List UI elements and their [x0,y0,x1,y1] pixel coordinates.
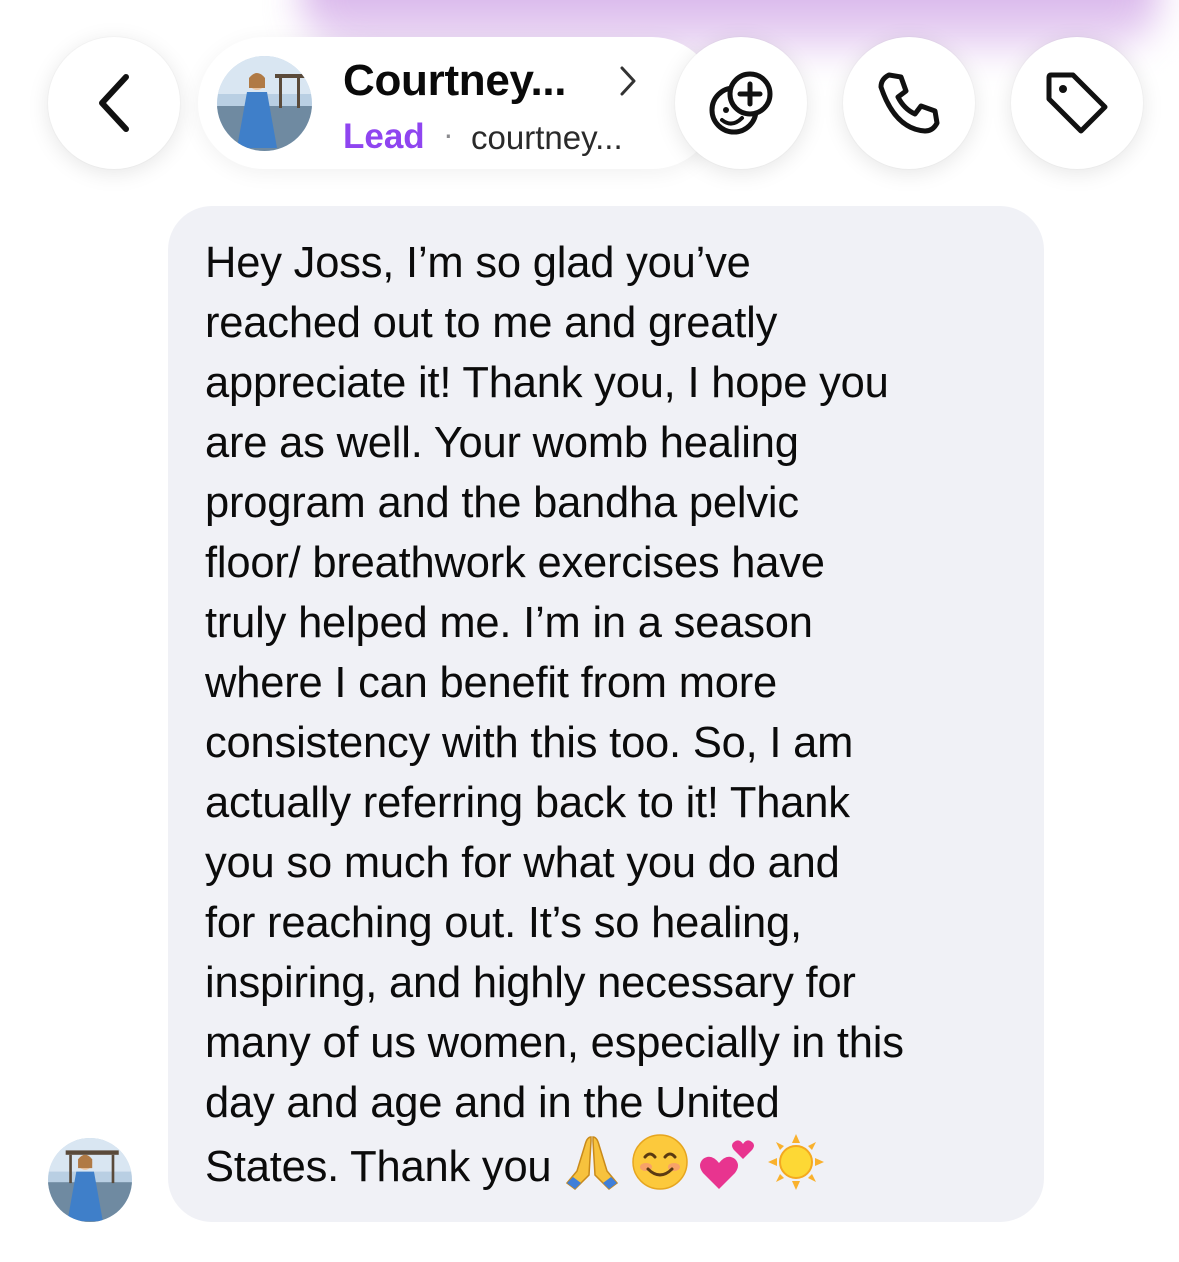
sun-emoji [767,1133,825,1191]
separator-dot: · [443,116,454,152]
lead-status-label: Lead [343,117,425,156]
message-last-line: States. Thank you [205,1133,1025,1197]
message-line: actually referring back to it! Thank [205,779,850,827]
contact-avatar[interactable] [217,56,312,151]
contact-username: courtney... [471,119,623,156]
conversation-screen: Courtney... Lead · courtney... Hey Joss,… [0,0,1179,1262]
message-line: appreciate it! Thank you, I hope you [205,359,889,407]
message-line: are as well. Your womb healing [205,419,799,467]
phone-icon [878,72,940,134]
message-line: inspiring, and highly necessary for [205,959,856,1007]
message-line: you so much for what you do and [205,839,840,887]
smiling-face-emoji [631,1133,689,1191]
contact-name: Courtney... [343,56,567,105]
tag-icon [1046,72,1108,134]
message-line: States. Thank you [205,1143,552,1191]
tag-button[interactable] [1011,37,1143,169]
add-sticker-icon [709,71,773,135]
message-text: Hey Joss, I’m so glad you’ve reached out… [205,233,1025,1197]
message-line: for reaching out. It’s so healing, [205,899,802,947]
chevron-right-icon [620,66,636,96]
sender-avatar[interactable] [48,1138,132,1222]
avatar-photo [217,56,312,151]
message-line: many of us women, especially in this [205,1019,904,1067]
message-line: Hey Joss, I’m so glad you’ve [205,239,751,287]
call-button[interactable] [843,37,975,169]
sticker-button[interactable] [675,37,807,169]
message-line: program and the bandha pelvic [205,479,799,527]
message-line: consistency with this too. So, I am [205,719,854,767]
message-line: floor/ breathwork exercises have [205,539,825,587]
chevron-left-icon [99,74,129,132]
message-line: reached out to me and greatly [205,299,778,347]
back-button[interactable] [48,37,180,169]
message-line: truly helped me. I’m in a season [205,599,813,647]
two-hearts-emoji [699,1133,757,1191]
message-line: where I can benefit from more [205,659,778,707]
folded-hands-emoji [563,1133,621,1191]
message-line: day and age and in the United [205,1079,780,1127]
avatar-photo [48,1138,132,1222]
